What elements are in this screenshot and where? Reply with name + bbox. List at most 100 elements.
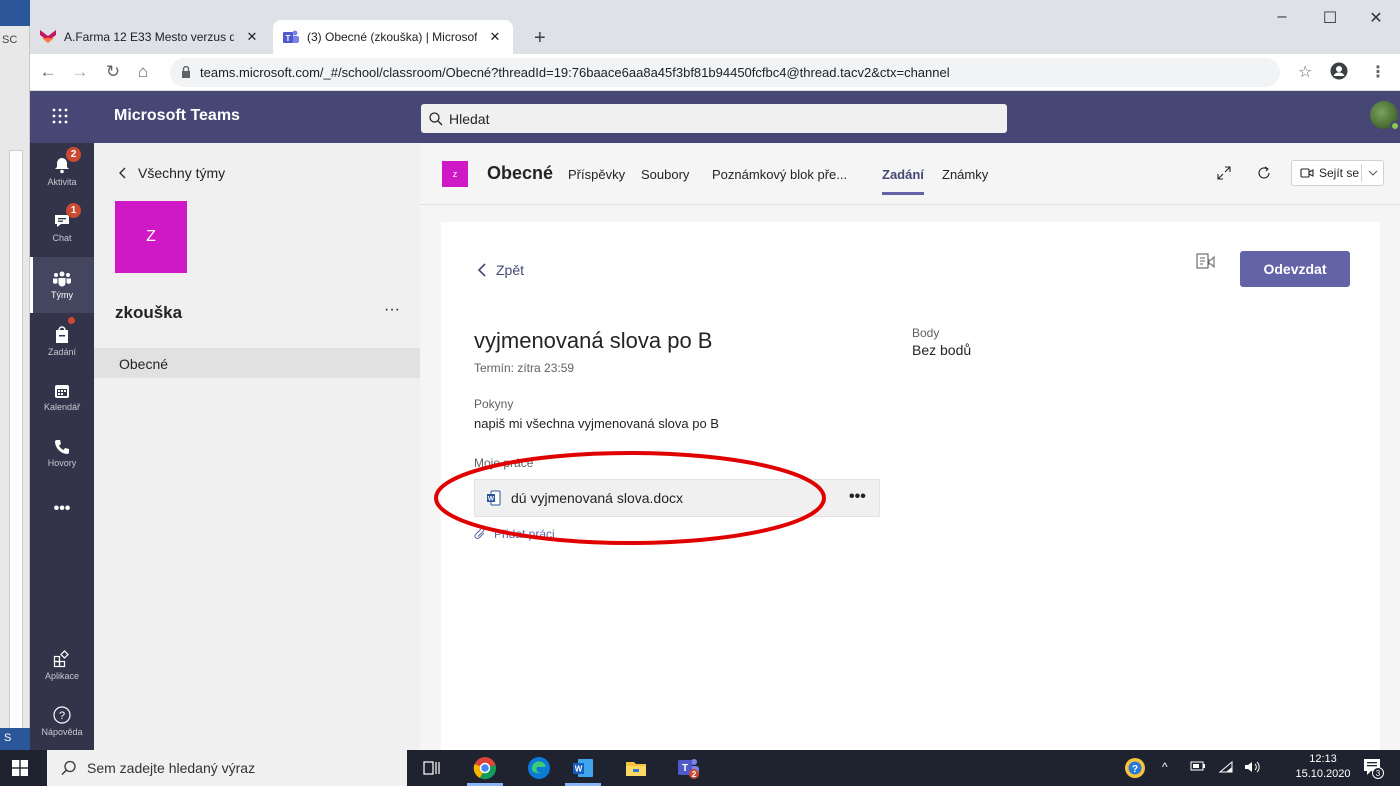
points-label: Body xyxy=(912,326,940,340)
video-camera-icon xyxy=(1300,167,1314,179)
tab-notebook[interactable]: Poznámkový blok pře... xyxy=(712,167,847,182)
chrome-taskbar-icon[interactable] xyxy=(472,755,498,781)
rail-item-chat[interactable]: 1 Chat xyxy=(30,199,94,255)
rail-item-calendar[interactable]: Kalendář xyxy=(30,369,94,425)
windows-taskbar: Sem zadejte hledaný výraz W T2 ? ^ 12:13… xyxy=(0,750,1400,786)
rail-item-apps[interactable]: Aplikace xyxy=(30,637,94,693)
rail-item-help[interactable]: ? Nápověda xyxy=(30,693,94,749)
tab-close-icon[interactable]: ✕ xyxy=(487,29,503,45)
tab-posts[interactable]: Příspěvky xyxy=(568,167,625,182)
rail-item-calls[interactable]: Hovory xyxy=(30,425,94,481)
meet-button[interactable]: Sejít se xyxy=(1291,160,1384,186)
home-icon[interactable]: ⌂ xyxy=(133,62,153,82)
rail-label: Nápověda xyxy=(41,726,83,737)
forward-arrow-icon[interactable]: → xyxy=(70,62,90,82)
chevron-down-icon[interactable] xyxy=(1367,165,1379,181)
maximize-button[interactable]: ☐ xyxy=(1312,8,1348,28)
rail-item-teams[interactable]: Týmy xyxy=(30,257,94,313)
back-arrow-icon[interactable]: ← xyxy=(38,62,58,82)
search-icon xyxy=(429,111,443,126)
submit-button[interactable]: Odevzdat xyxy=(1240,251,1350,287)
wifi-icon[interactable] xyxy=(1218,760,1234,774)
rail-more-button[interactable]: ••• xyxy=(30,481,94,537)
task-view-icon[interactable] xyxy=(418,755,444,781)
volume-icon[interactable] xyxy=(1244,760,1262,774)
rail-label: Aplikace xyxy=(44,670,80,681)
teams-taskbar-icon[interactable]: T2 xyxy=(675,755,701,781)
back-link[interactable]: Zpět xyxy=(477,262,524,278)
channel-title: Obecné xyxy=(487,163,554,183)
close-window-button[interactable]: ✕ xyxy=(1358,8,1394,28)
apps-icon xyxy=(53,649,69,667)
assignments-icon xyxy=(56,325,68,343)
add-work-link[interactable]: Přidat práci xyxy=(474,527,555,541)
points-value: Bez bodů xyxy=(912,342,972,358)
app-bar: 2 Aktivita 1 Chat Týmy Zadání Kalendář H… xyxy=(30,143,94,750)
my-work-label: Moje práce xyxy=(474,456,534,470)
browser-tab-teams[interactable]: T (3) Obecné (zkouška) | Microsoft ✕ xyxy=(273,20,513,54)
word-taskbar-icon[interactable]: W xyxy=(570,755,596,781)
search-input[interactable] xyxy=(449,110,969,127)
rail-item-assignments[interactable]: Zadání xyxy=(30,313,94,369)
windows-start-icon[interactable] xyxy=(12,760,28,776)
tray-expand-icon[interactable]: ^ xyxy=(1162,760,1168,774)
attached-file[interactable]: W dú vyjmenovaná slova.docx ••• xyxy=(474,479,880,517)
channel-item-general[interactable]: Obecné xyxy=(94,348,420,378)
battery-icon[interactable] xyxy=(1190,760,1206,772)
all-teams-label: Všechny týmy xyxy=(138,165,226,181)
refresh-icon[interactable] xyxy=(1256,165,1272,181)
file-name: dú vyjmenovaná slova.docx xyxy=(511,490,683,506)
instructions-label: Pokyny xyxy=(474,397,514,411)
help-tray-icon[interactable]: ? xyxy=(1124,757,1146,779)
presence-available-icon xyxy=(1390,121,1400,131)
team-more-options-button[interactable]: ··· xyxy=(384,301,400,319)
minimize-button[interactable]: – xyxy=(1264,8,1300,26)
tab-grades[interactable]: Známky xyxy=(942,167,988,182)
browser-menu-icon[interactable]: ⋮ xyxy=(1370,62,1386,82)
rail-label: Chat xyxy=(52,232,72,243)
taskbar-clock[interactable]: 12:13 15.10.2020 xyxy=(1295,752,1351,782)
edge-taskbar-icon[interactable] xyxy=(526,755,552,781)
tab-assignments[interactable]: Zadání xyxy=(882,167,924,195)
rail-item-activity[interactable]: 2 Aktivita xyxy=(30,143,94,199)
notifications-icon[interactable]: 3 xyxy=(1362,756,1384,780)
rail-label: Aktivita xyxy=(47,176,77,187)
notification-count: 3 xyxy=(1376,769,1381,778)
new-tab-button[interactable]: + xyxy=(534,27,546,50)
file-more-options-button[interactable]: ••• xyxy=(849,488,866,506)
all-teams-link[interactable]: Všechny týmy xyxy=(118,165,225,181)
expand-icon[interactable] xyxy=(1216,165,1232,181)
meet-divider xyxy=(1361,164,1362,182)
back-label: Zpět xyxy=(496,262,525,278)
phone-icon xyxy=(55,439,69,454)
file-explorer-icon[interactable] xyxy=(623,755,649,781)
browser-tab-farma[interactable]: A.Farma 12 E33 Mesto verzus dec ✕ xyxy=(30,20,270,54)
more-icon: ••• xyxy=(53,500,71,517)
search-box[interactable] xyxy=(421,104,1007,133)
word-statusbar-label: S xyxy=(0,728,30,750)
immersive-reader-icon[interactable] xyxy=(1195,252,1217,272)
teams-header: Microsoft Teams xyxy=(30,91,1400,143)
word-doc-icon: W xyxy=(487,490,501,506)
svg-text:?: ? xyxy=(59,710,65,722)
profile-icon[interactable] xyxy=(1330,62,1348,80)
svg-text:T: T xyxy=(682,763,688,774)
app-title: Microsoft Teams xyxy=(114,107,240,124)
main-content: z Obecné Příspěvky Soubory Poznámkový bl… xyxy=(420,143,1400,750)
url-field[interactable]: teams.microsoft.com/_#/school/classroom/… xyxy=(170,58,1280,87)
tab-close-icon[interactable]: ✕ xyxy=(244,29,260,45)
chevron-left-icon xyxy=(477,263,486,277)
team-avatar: Z xyxy=(115,201,187,273)
chevron-left-icon xyxy=(118,167,126,179)
reload-icon[interactable]: ↻ xyxy=(103,62,123,82)
screen: SC S A.Farma 12 E33 Mesto verzus dec ✕ T… xyxy=(0,0,1400,786)
tab-files[interactable]: Soubory xyxy=(641,167,689,182)
search-icon xyxy=(61,760,77,776)
svg-text:?: ? xyxy=(1132,764,1138,775)
taskbar-search-box[interactable]: Sem zadejte hledaný výraz xyxy=(47,750,407,786)
user-avatar[interactable] xyxy=(1370,101,1400,131)
app-launcher-icon[interactable] xyxy=(50,106,70,126)
svg-text:T: T xyxy=(286,34,291,43)
bookmark-star-icon[interactable]: ☆ xyxy=(1298,62,1312,82)
instructions-text: napiš mi všechna vyjmenovaná slova po B xyxy=(474,416,719,431)
